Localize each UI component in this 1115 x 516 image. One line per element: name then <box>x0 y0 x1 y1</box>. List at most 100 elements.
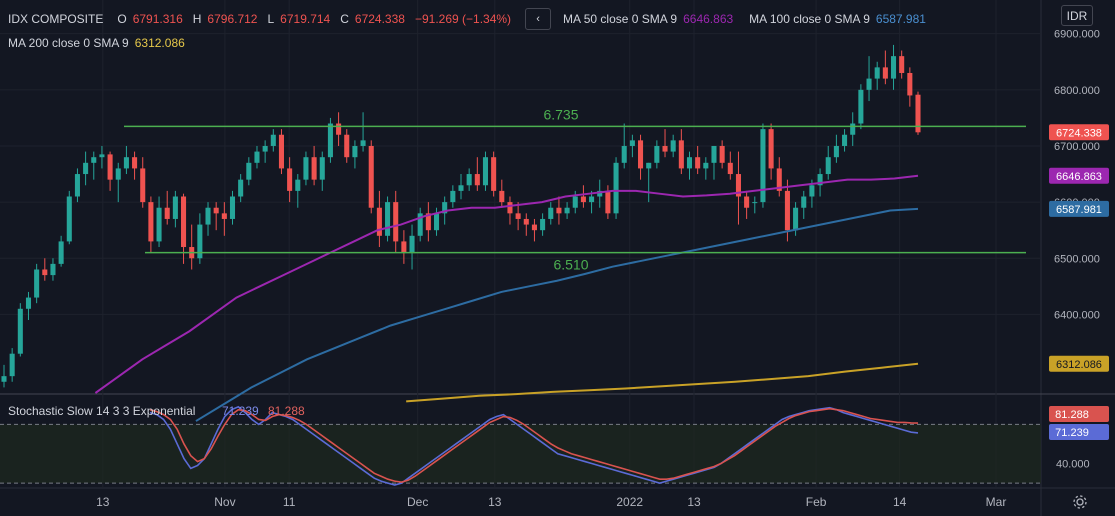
candle-body <box>711 145 717 163</box>
stochastic-band-fill <box>0 424 1041 484</box>
candle-body <box>678 140 684 169</box>
candle-body <box>172 196 178 219</box>
candle-body <box>368 145 374 208</box>
ma100-value: 6587.981 <box>875 12 926 26</box>
candle-body <box>91 157 97 163</box>
candle-body <box>482 157 489 186</box>
candle-body <box>556 207 562 214</box>
y-axis-tick-label: 6700.000 <box>1054 141 1100 153</box>
candle-body <box>670 140 676 152</box>
candle-body <box>221 213 227 219</box>
candle-body <box>531 224 537 231</box>
candle-body <box>148 202 154 242</box>
candle-body <box>25 297 32 309</box>
candle-body <box>833 145 839 158</box>
ma200-value: 6312.086 <box>134 36 185 50</box>
candle-body <box>34 269 40 298</box>
low-value: 6719.714 <box>280 12 331 26</box>
candle-body <box>278 134 284 169</box>
ma50-label[interactable]: MA 50 close 0 SMA 9 <box>563 12 677 26</box>
y-axis-tick-label: 6400.000 <box>1054 309 1100 321</box>
candle-body <box>850 123 856 135</box>
candle-body <box>744 196 750 208</box>
candle-body <box>319 157 325 180</box>
candle-body <box>752 202 758 204</box>
candle-body <box>311 157 317 180</box>
candle-body <box>842 134 848 146</box>
candle-body <box>572 196 578 208</box>
candle-body <box>784 190 790 231</box>
ma200-label[interactable]: MA 200 close 0 SMA 9 <box>8 36 129 50</box>
oscillator-badge-label: 71.239 <box>1055 427 1089 439</box>
ma100-label[interactable]: MA 100 close 0 SMA 9 <box>749 12 870 26</box>
main-legend: IDX COMPOSITE O 6791.316 H 6796.712 L 6719.… <box>8 8 926 30</box>
candle-body <box>83 162 89 175</box>
candle-body <box>646 162 652 169</box>
candle-body <box>874 67 880 79</box>
candle-body <box>17 308 23 354</box>
close-value: 6724.338 <box>354 12 405 26</box>
candle-body <box>376 207 382 236</box>
horizontal-level-label: 6.735 <box>543 106 578 122</box>
stochastic-k-value: 71.239 <box>222 404 259 418</box>
candle-body <box>229 196 236 219</box>
candle-body <box>107 154 113 180</box>
x-axis-tick-label: 13 <box>96 495 110 509</box>
x-axis-tick-label: Nov <box>214 495 235 509</box>
price-chart[interactable]: 6.7356.5106400.0006500.0006600.0006700.0… <box>0 0 1115 516</box>
candle-body <box>605 190 611 214</box>
candle-body <box>433 213 440 231</box>
candle-body <box>589 196 595 203</box>
candle-body <box>523 218 529 225</box>
collapse-legend-button[interactable]: ‹ <box>525 8 552 30</box>
y-axis-tick-label: 6500.000 <box>1054 253 1100 265</box>
candle-body <box>907 72 913 96</box>
candle-body <box>695 157 701 169</box>
x-axis-tick-label: Mar <box>986 495 1007 509</box>
ma50-value: 6646.863 <box>683 12 734 26</box>
y-axis-tick-label: 6900.000 <box>1054 29 1100 41</box>
candle-body <box>515 213 521 219</box>
candle-body <box>507 202 513 214</box>
x-axis-tick-label: 11 <box>283 495 296 509</box>
candle-body <box>238 179 244 197</box>
candle-body <box>719 145 725 163</box>
candle-body <box>58 241 64 264</box>
candle-body <box>336 123 342 135</box>
candle-body <box>50 263 56 276</box>
candle-body <box>295 179 301 191</box>
low-key: L <box>267 12 275 26</box>
candle-body <box>344 134 350 158</box>
candle-body <box>156 207 162 242</box>
candle-body <box>287 168 293 191</box>
candle-body <box>393 202 399 242</box>
candle-body <box>580 196 586 203</box>
currency-selector[interactable]: IDR <box>1061 5 1093 26</box>
horizontal-level-label: 6.510 <box>553 257 588 273</box>
candle-body <box>401 241 407 253</box>
candle-body <box>621 145 627 163</box>
candle-body <box>654 145 660 163</box>
candle-body <box>491 157 497 191</box>
candle-body <box>409 235 415 253</box>
candle-body <box>450 190 456 203</box>
candle-body <box>474 174 480 186</box>
candle-body <box>686 157 693 169</box>
candle-body <box>9 353 15 377</box>
oscillator-badge-label: 81.288 <box>1055 409 1089 421</box>
price-badge-label: 6724.338 <box>1056 127 1102 139</box>
x-axis-tick-label: Dec <box>407 495 428 509</box>
candle-body <box>540 218 546 231</box>
candle-body <box>205 207 211 225</box>
candle-body <box>352 145 358 158</box>
open-value: 6791.316 <box>132 12 183 26</box>
candle-body <box>466 174 472 186</box>
candle-body <box>458 185 464 191</box>
stochastic-title: Stochastic Slow 14 3 3 Exponential <box>8 404 195 418</box>
candle-body <box>499 190 505 203</box>
candle-body <box>140 168 146 203</box>
symbol-name[interactable]: IDX COMPOSITE <box>8 12 103 26</box>
candle-body <box>123 157 129 169</box>
candle-body <box>638 140 644 169</box>
gear-icon[interactable] <box>1071 493 1089 511</box>
